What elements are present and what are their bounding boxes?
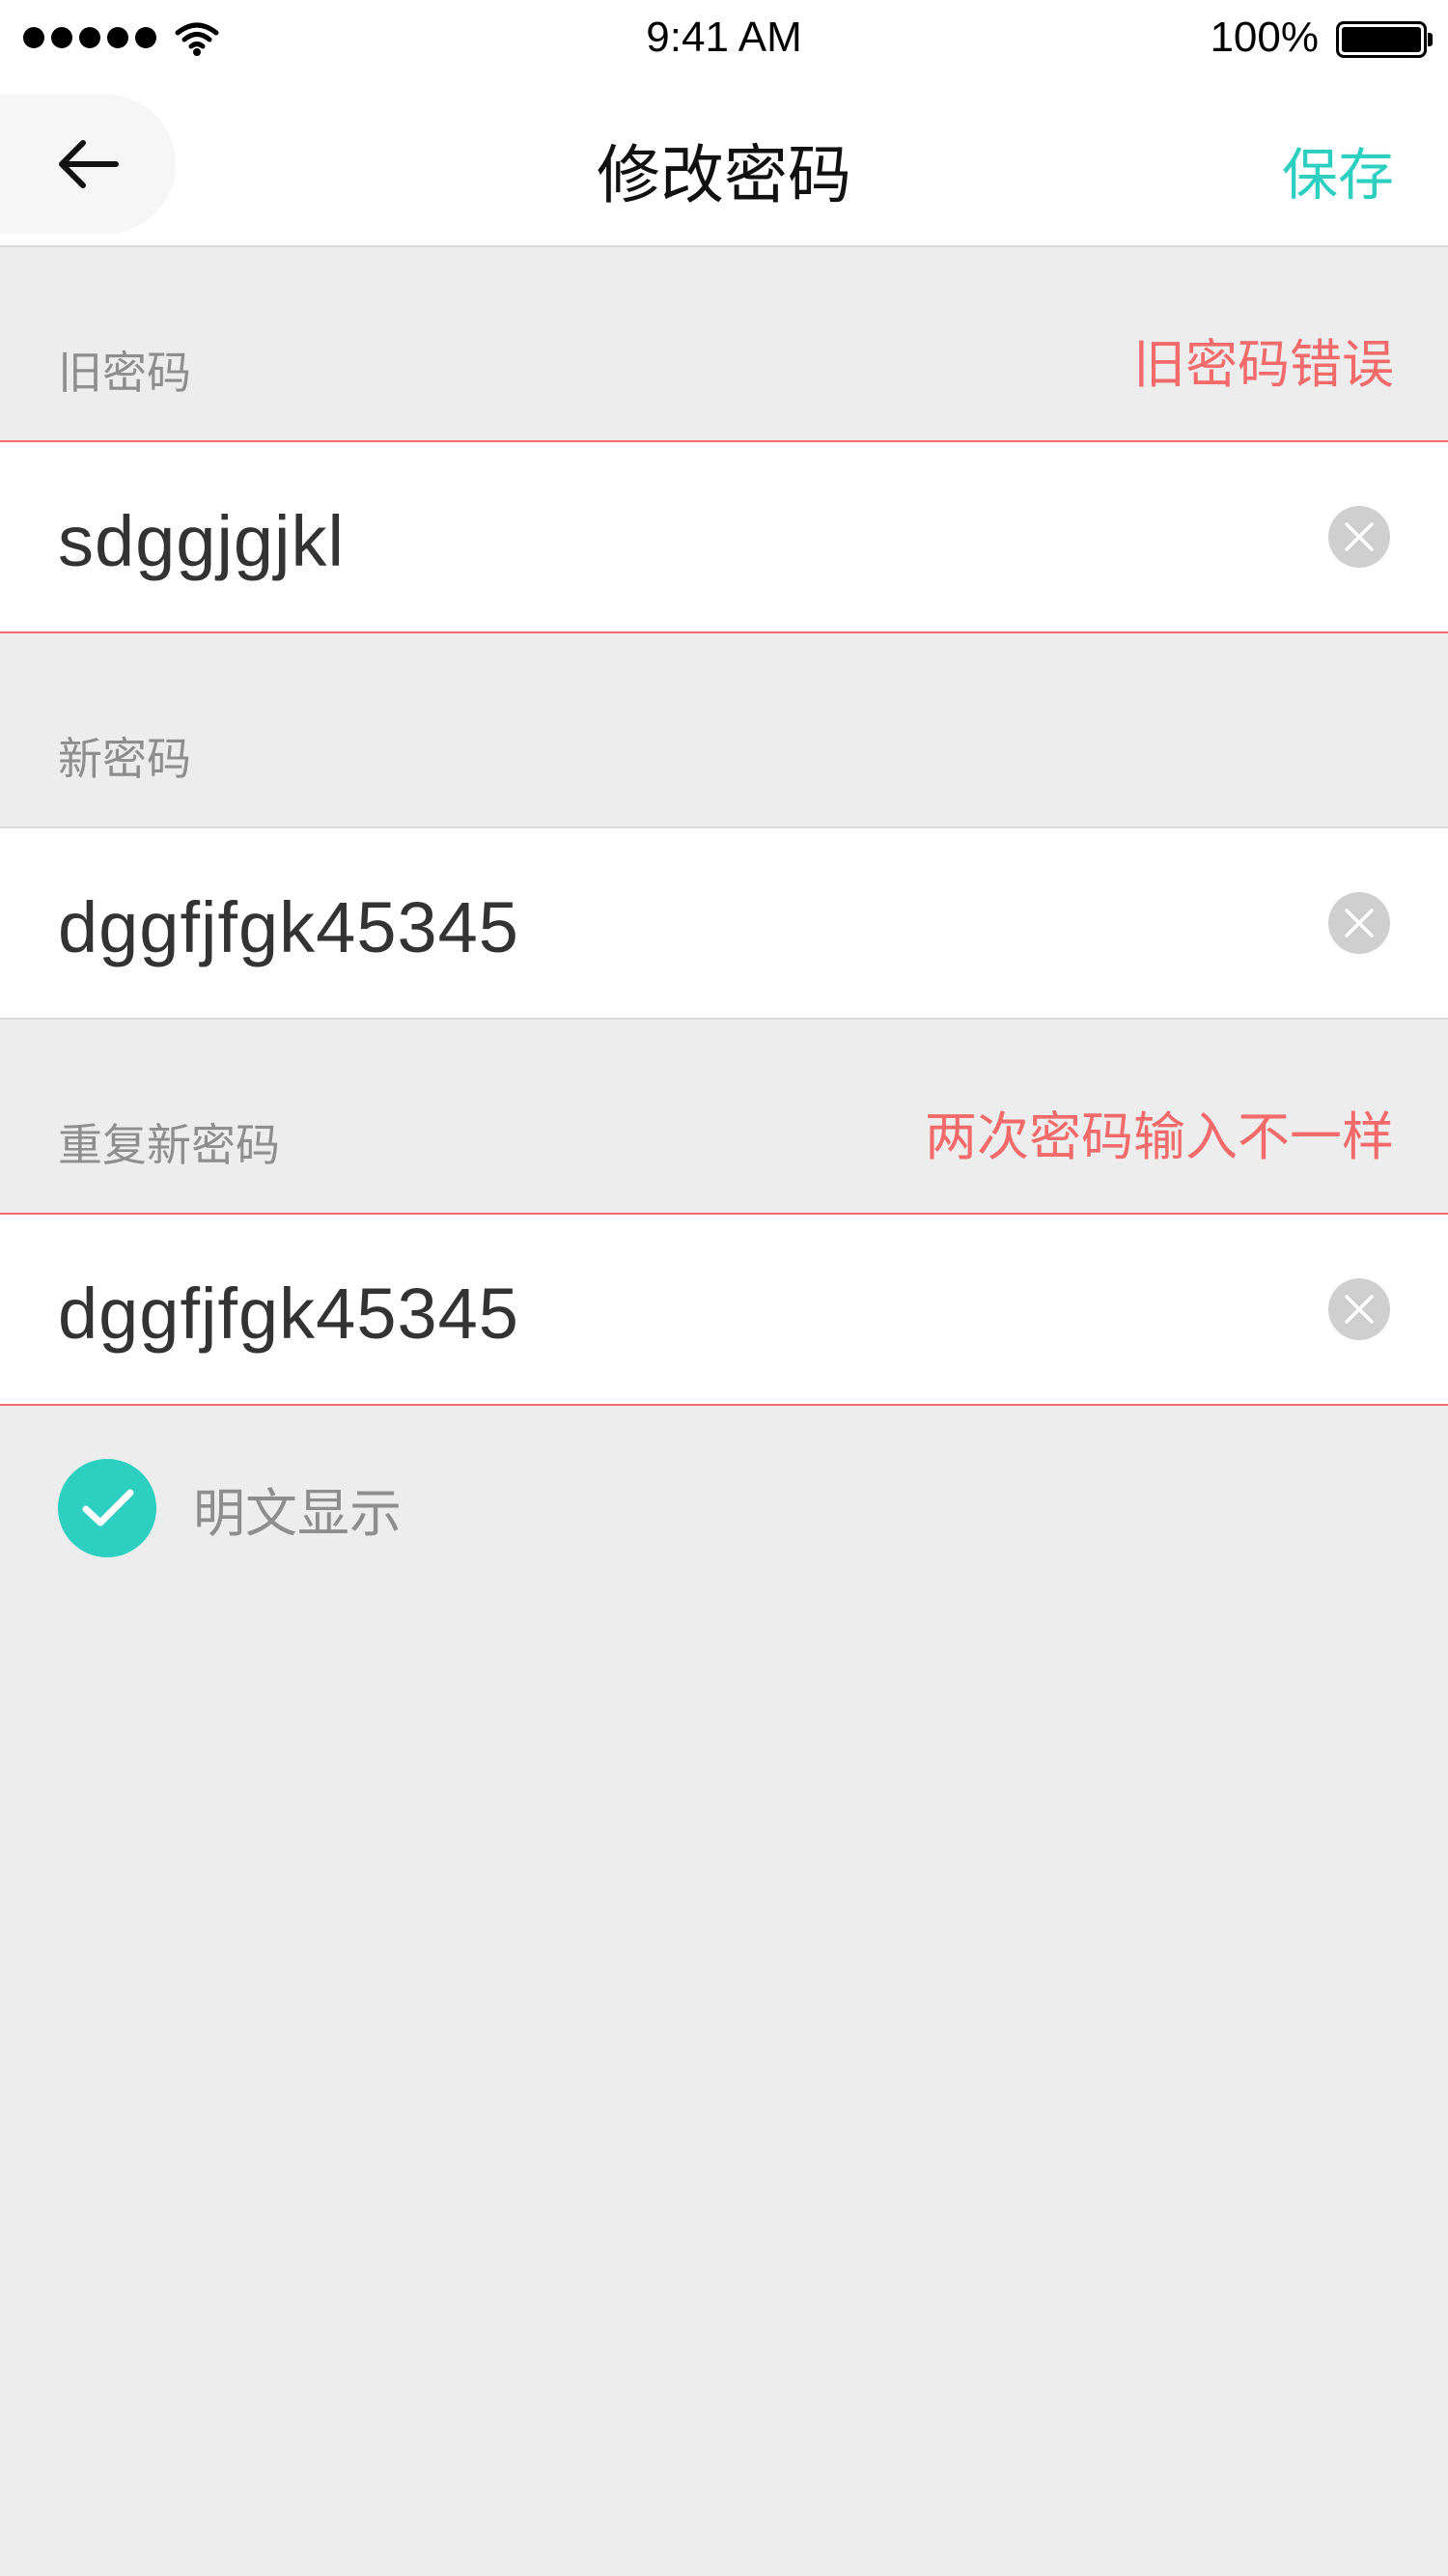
show-plaintext-label: 明文显示 (193, 1482, 402, 1544)
new-password-input[interactable]: dggfjfgk45345 (58, 886, 519, 968)
nav-bar: 修改密码 保存 (0, 81, 1448, 247)
old-password-error: 旧密码错误 (1133, 334, 1394, 395)
clear-old-password-button[interactable] (1328, 506, 1390, 568)
checkbox-checked[interactable] (58, 1459, 156, 1557)
close-icon (1345, 1295, 1374, 1324)
status-bar: 9:41 AM 100% (0, 0, 1448, 81)
close-icon (1345, 522, 1374, 551)
page-title: 修改密码 (597, 138, 851, 212)
repeat-password-input[interactable]: dggfjfgk45345 (58, 1273, 519, 1355)
repeat-password-section: 重复新密码 两次密码输入不一样 (0, 1020, 1448, 1213)
old-password-label: 旧密码 (58, 347, 191, 399)
clear-repeat-password-button[interactable] (1328, 1278, 1390, 1340)
old-password-section: 旧密码 旧密码错误 (0, 247, 1448, 440)
save-button[interactable]: 保存 (1282, 129, 1394, 210)
new-password-field[interactable]: dggfjfgk45345 (0, 826, 1448, 1020)
battery-percentage: 100% (1210, 14, 1319, 61)
repeat-password-error: 两次密码输入不一样 (925, 1106, 1394, 1167)
checkmark-icon (82, 1489, 134, 1526)
clear-new-password-button[interactable] (1328, 892, 1390, 954)
new-password-section: 新密码 (0, 633, 1448, 826)
old-password-input[interactable]: sdggjgjkl (58, 500, 345, 582)
repeat-password-field[interactable]: dggfjfgk45345 (0, 1213, 1448, 1406)
show-plaintext-toggle[interactable]: 明文显示 (58, 1458, 402, 1558)
battery-icon (1336, 21, 1433, 58)
repeat-password-label: 重复新密码 (58, 1119, 280, 1171)
close-icon (1345, 909, 1374, 938)
old-password-field[interactable]: sdggjgjkl (0, 440, 1448, 633)
new-password-label: 新密码 (58, 733, 191, 785)
